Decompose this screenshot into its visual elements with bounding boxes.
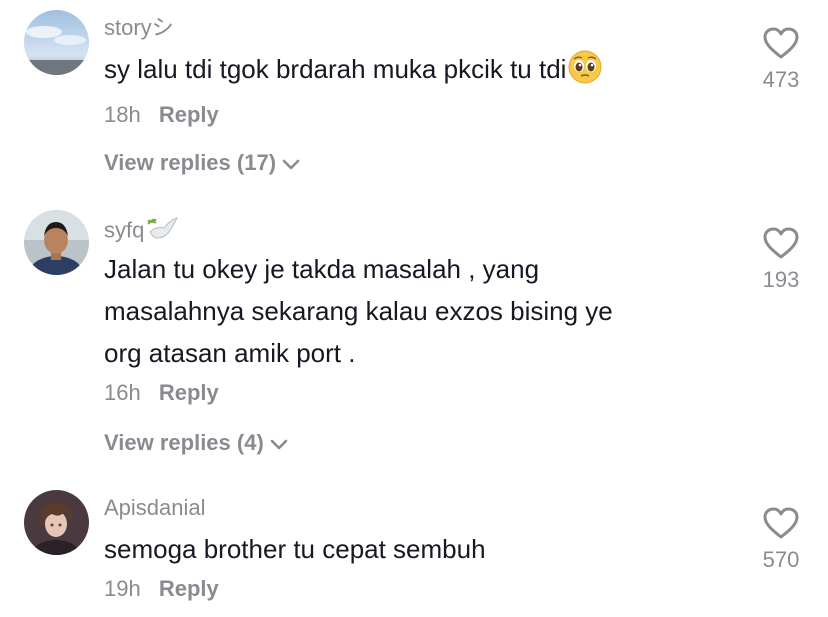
pleading-face-icon xyxy=(568,50,602,96)
dove-icon xyxy=(146,214,180,249)
comment-meta: 18h Reply xyxy=(104,100,714,130)
like-count: 193 xyxy=(762,267,800,292)
heart-icon[interactable] xyxy=(748,506,814,545)
comment-time: 18h xyxy=(104,102,141,127)
username[interactable]: syfq xyxy=(104,214,714,242)
reply-button[interactable]: Reply xyxy=(159,576,219,601)
comment-time: 19h xyxy=(104,576,141,601)
comment-text: semoga brother tu cepat sembuh xyxy=(104,534,486,564)
comment-text: sy lalu tdi tgok brdarah muka pkcik tu t… xyxy=(104,48,714,96)
comment-text: Jalan tu okey je takda masalah , yang ma… xyxy=(104,254,613,368)
heart-icon[interactable] xyxy=(748,26,814,65)
chevron-down-icon xyxy=(282,149,300,179)
avatar[interactable] xyxy=(24,10,89,75)
chevron-down-icon xyxy=(270,429,288,459)
comment-time: 16h xyxy=(104,380,141,405)
username[interactable]: Apisdanial xyxy=(104,494,714,522)
like-count: 473 xyxy=(762,67,800,92)
like-count: 570 xyxy=(762,547,800,572)
comment-meta: 19h Reply xyxy=(104,574,714,604)
view-replies-button[interactable]: View replies (17) xyxy=(104,148,300,179)
reply-button[interactable]: Reply xyxy=(159,102,219,127)
username[interactable]: storyシ xyxy=(104,14,714,42)
comment-meta: 16h Reply xyxy=(104,378,714,408)
reply-button[interactable]: Reply xyxy=(159,380,219,405)
heart-icon[interactable] xyxy=(748,226,814,265)
view-replies-button[interactable]: View replies (4) xyxy=(104,428,288,459)
avatar[interactable] xyxy=(24,210,89,275)
avatar[interactable] xyxy=(24,490,89,555)
